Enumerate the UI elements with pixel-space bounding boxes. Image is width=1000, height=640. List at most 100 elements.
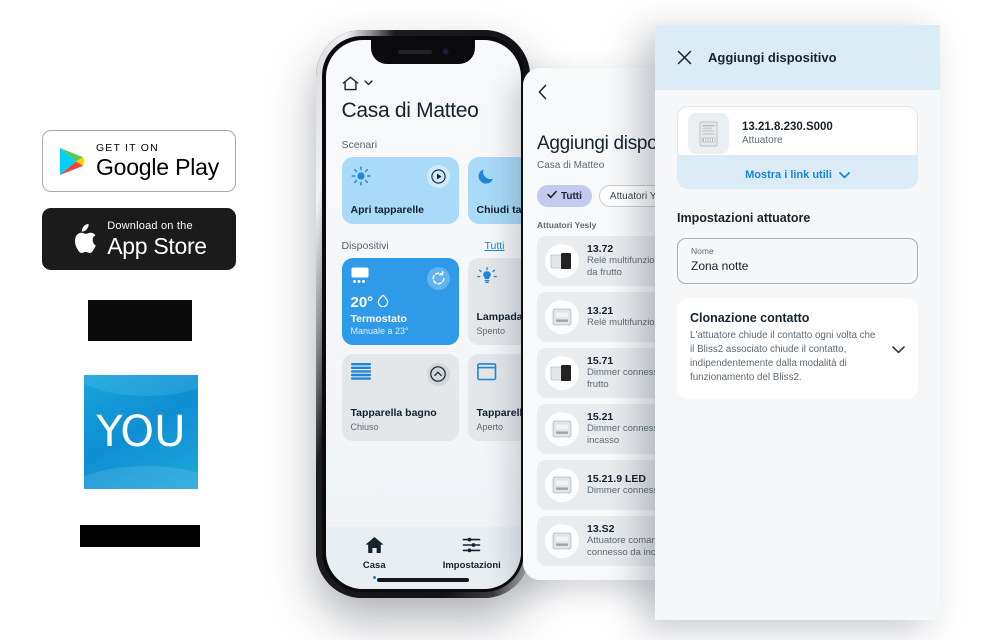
shutter-closed-icon [350, 362, 372, 384]
apple-logo-icon [71, 223, 97, 255]
scenario-card-apri-tapparelle[interactable]: Apri tapparelle [341, 156, 459, 224]
devices-grid: 20° Termostato Manuale a 23° Tapparella … [341, 257, 521, 441]
show-useful-links-toggle[interactable]: Mostra i link utili [677, 155, 918, 189]
earpiece-speaker-icon [397, 49, 432, 54]
tab-impostazioni-label: Impostazioni [442, 559, 501, 571]
device-code: 13.21 [587, 305, 614, 318]
module-grey-icon [545, 300, 579, 334]
house-selector[interactable] [342, 76, 505, 91]
device-desc-line1: Dimmer connesso [587, 485, 664, 497]
redacted-logo-top [88, 300, 192, 341]
close-x-icon[interactable] [677, 50, 692, 65]
list-item-text: 13.21 Relè multifunzione [587, 305, 666, 329]
google-play-text: GET IT ON Google Play [96, 143, 219, 179]
show-useful-links-label: Mostra i link utili [745, 169, 832, 181]
add-device-list-sheet: Aggiungi dispositivo Casa di Matteo Tutt… [523, 68, 671, 580]
check-icon [547, 190, 557, 202]
device-status: Aperto [476, 421, 504, 432]
phone-notch [371, 39, 475, 64]
page-title: Casa di Matteo [341, 98, 479, 122]
bulb-icon [476, 266, 497, 292]
device-desc-line1: Dimmer connesso [587, 423, 664, 435]
device-code: 15.21.9 LED [587, 473, 646, 486]
device-card-tapparella[interactable]: Tapparella Aperto [467, 353, 521, 441]
flame-icon [377, 294, 389, 311]
list-item[interactable]: 13.21 Relè multifunzione [537, 292, 671, 342]
google-play-small-label: GET IT ON [95, 142, 159, 155]
play-circle-icon[interactable] [426, 164, 450, 188]
name-input[interactable]: Zona notte [691, 259, 904, 273]
module-grey-icon [545, 468, 579, 502]
list-item[interactable]: 13.72 Relè multifunzione da frutto [537, 236, 671, 286]
module-black-icon [545, 356, 579, 390]
tab-casa[interactable]: Casa [326, 536, 424, 579]
home-screen-content: Casa di Matteo Scenari Apri tapparelle C… [326, 66, 521, 589]
app-store-text: Download on the App Store [107, 220, 207, 259]
redacted-brand-bottom [80, 525, 200, 547]
home-indicator [377, 577, 469, 582]
list-item[interactable]: 15.71 Dimmer connesso frutto [537, 348, 671, 398]
device-desc-line1: Dimmer connesso [587, 367, 664, 379]
scenario-label: Apri tapparelle [350, 203, 425, 216]
detail-sheet-title: Aggiungi dispositivo [708, 50, 837, 65]
list-item-text: 15.21 Dimmer connesso incasso [587, 411, 664, 446]
app-store-big-label: App Store [107, 232, 207, 259]
device-desc-line2: frutto [587, 379, 609, 390]
accordion-title: Clonazione contatto [690, 311, 810, 325]
list-item[interactable]: 15.21 Dimmer connesso incasso [537, 404, 671, 454]
device-name: Termostato [350, 312, 407, 325]
module-grey-icon [545, 412, 579, 446]
selected-device-banner[interactable]: 13.21.8.230.S000 Attuatore [677, 106, 918, 161]
filter-chip-tutti[interactable]: Tutti [537, 185, 592, 207]
devices-column-left: 20° Termostato Manuale a 23° Tapparella … [341, 257, 459, 441]
dispositivi-section-header: Dispositivi Tutti [342, 240, 505, 252]
clonazione-contatto-accordion[interactable]: Clonazione contatto L'attuatore chiude i… [677, 298, 918, 399]
device-desc-line1: Relè multifunzione [587, 317, 666, 329]
device-status: Manuale a 23° [350, 325, 409, 336]
you-logo-text: YOU [96, 407, 186, 457]
name-field[interactable]: Nome Zona notte [677, 238, 918, 284]
list-item-text: 13.72 Relè multifunzione da frutto [587, 243, 665, 278]
phone-screen: Casa di Matteo Scenari Apri tapparelle C… [325, 39, 521, 589]
device-card-tapparella-bagno[interactable]: Tapparella bagno Chiuso [341, 353, 459, 441]
chevron-up-circle-icon[interactable] [426, 362, 450, 386]
settings-section-title: Impostazioni attuatore [677, 211, 811, 225]
add-device-list-content: Aggiungi dispositivo Casa di Matteo Tutt… [523, 68, 671, 566]
list-item[interactable]: 15.21.9 LED Dimmer connesso [537, 460, 671, 510]
you-app-logo: YOU [84, 375, 198, 489]
google-play-badge[interactable]: GET IT ON Google Play [42, 130, 236, 192]
device-card-lampada[interactable]: Lampada Spento [467, 257, 521, 345]
device-name: Tapparella bagno [350, 406, 437, 419]
tab-casa-label: Casa [362, 559, 386, 571]
chevron-left-icon[interactable] [537, 84, 550, 104]
sheet-subtitle: Casa di Matteo [537, 160, 605, 171]
list-item-text: 15.21.9 LED Dimmer connesso [587, 473, 664, 497]
dispositivi-see-all-link[interactable]: Tutti [484, 240, 504, 252]
name-field-label: Nome [691, 246, 714, 256]
sliders-icon [462, 536, 481, 557]
device-desc-line2: incasso [587, 435, 620, 446]
list-item[interactable]: 13.S2 Attuatore comandato connesso da in… [537, 516, 671, 566]
tab-active-indicator [372, 575, 376, 579]
module-black-icon [545, 244, 579, 278]
scenario-card-chiudi-tapparelle[interactable]: Chiudi tapparelle [467, 156, 521, 224]
home-filled-icon [365, 536, 384, 557]
device-desc-line1: Attuatore comandato [587, 535, 671, 547]
refresh-icon[interactable] [426, 266, 450, 290]
list-item-text: 15.71 Dimmer connesso frutto [587, 355, 664, 390]
dispositivi-section-label: Dispositivi [341, 239, 389, 252]
module-grey-icon [545, 524, 579, 558]
selected-device-type: Attuatore [742, 135, 783, 146]
store-badges: GET IT ON Google Play Download on the Ap… [42, 130, 242, 270]
device-group-label: Attuatori Yesly [537, 220, 597, 230]
detail-sheet-header: Aggiungi dispositivo [655, 25, 940, 90]
app-store-badge[interactable]: Download on the App Store [42, 208, 236, 270]
google-play-big-label: Google Play [95, 153, 220, 180]
chevron-down-icon[interactable] [892, 341, 905, 354]
tab-impostazioni[interactable]: Impostazioni [423, 536, 521, 571]
chevron-down-icon [363, 80, 373, 86]
filter-chip-tutti-label: Tutti [561, 190, 582, 202]
scenari-row: Apri tapparelle Chiudi tapparelle [341, 156, 521, 224]
device-card-termostato[interactable]: 20° Termostato Manuale a 23° [341, 257, 459, 345]
accordion-description: L'attuatore chiude il contatto ogni volt… [690, 330, 876, 383]
